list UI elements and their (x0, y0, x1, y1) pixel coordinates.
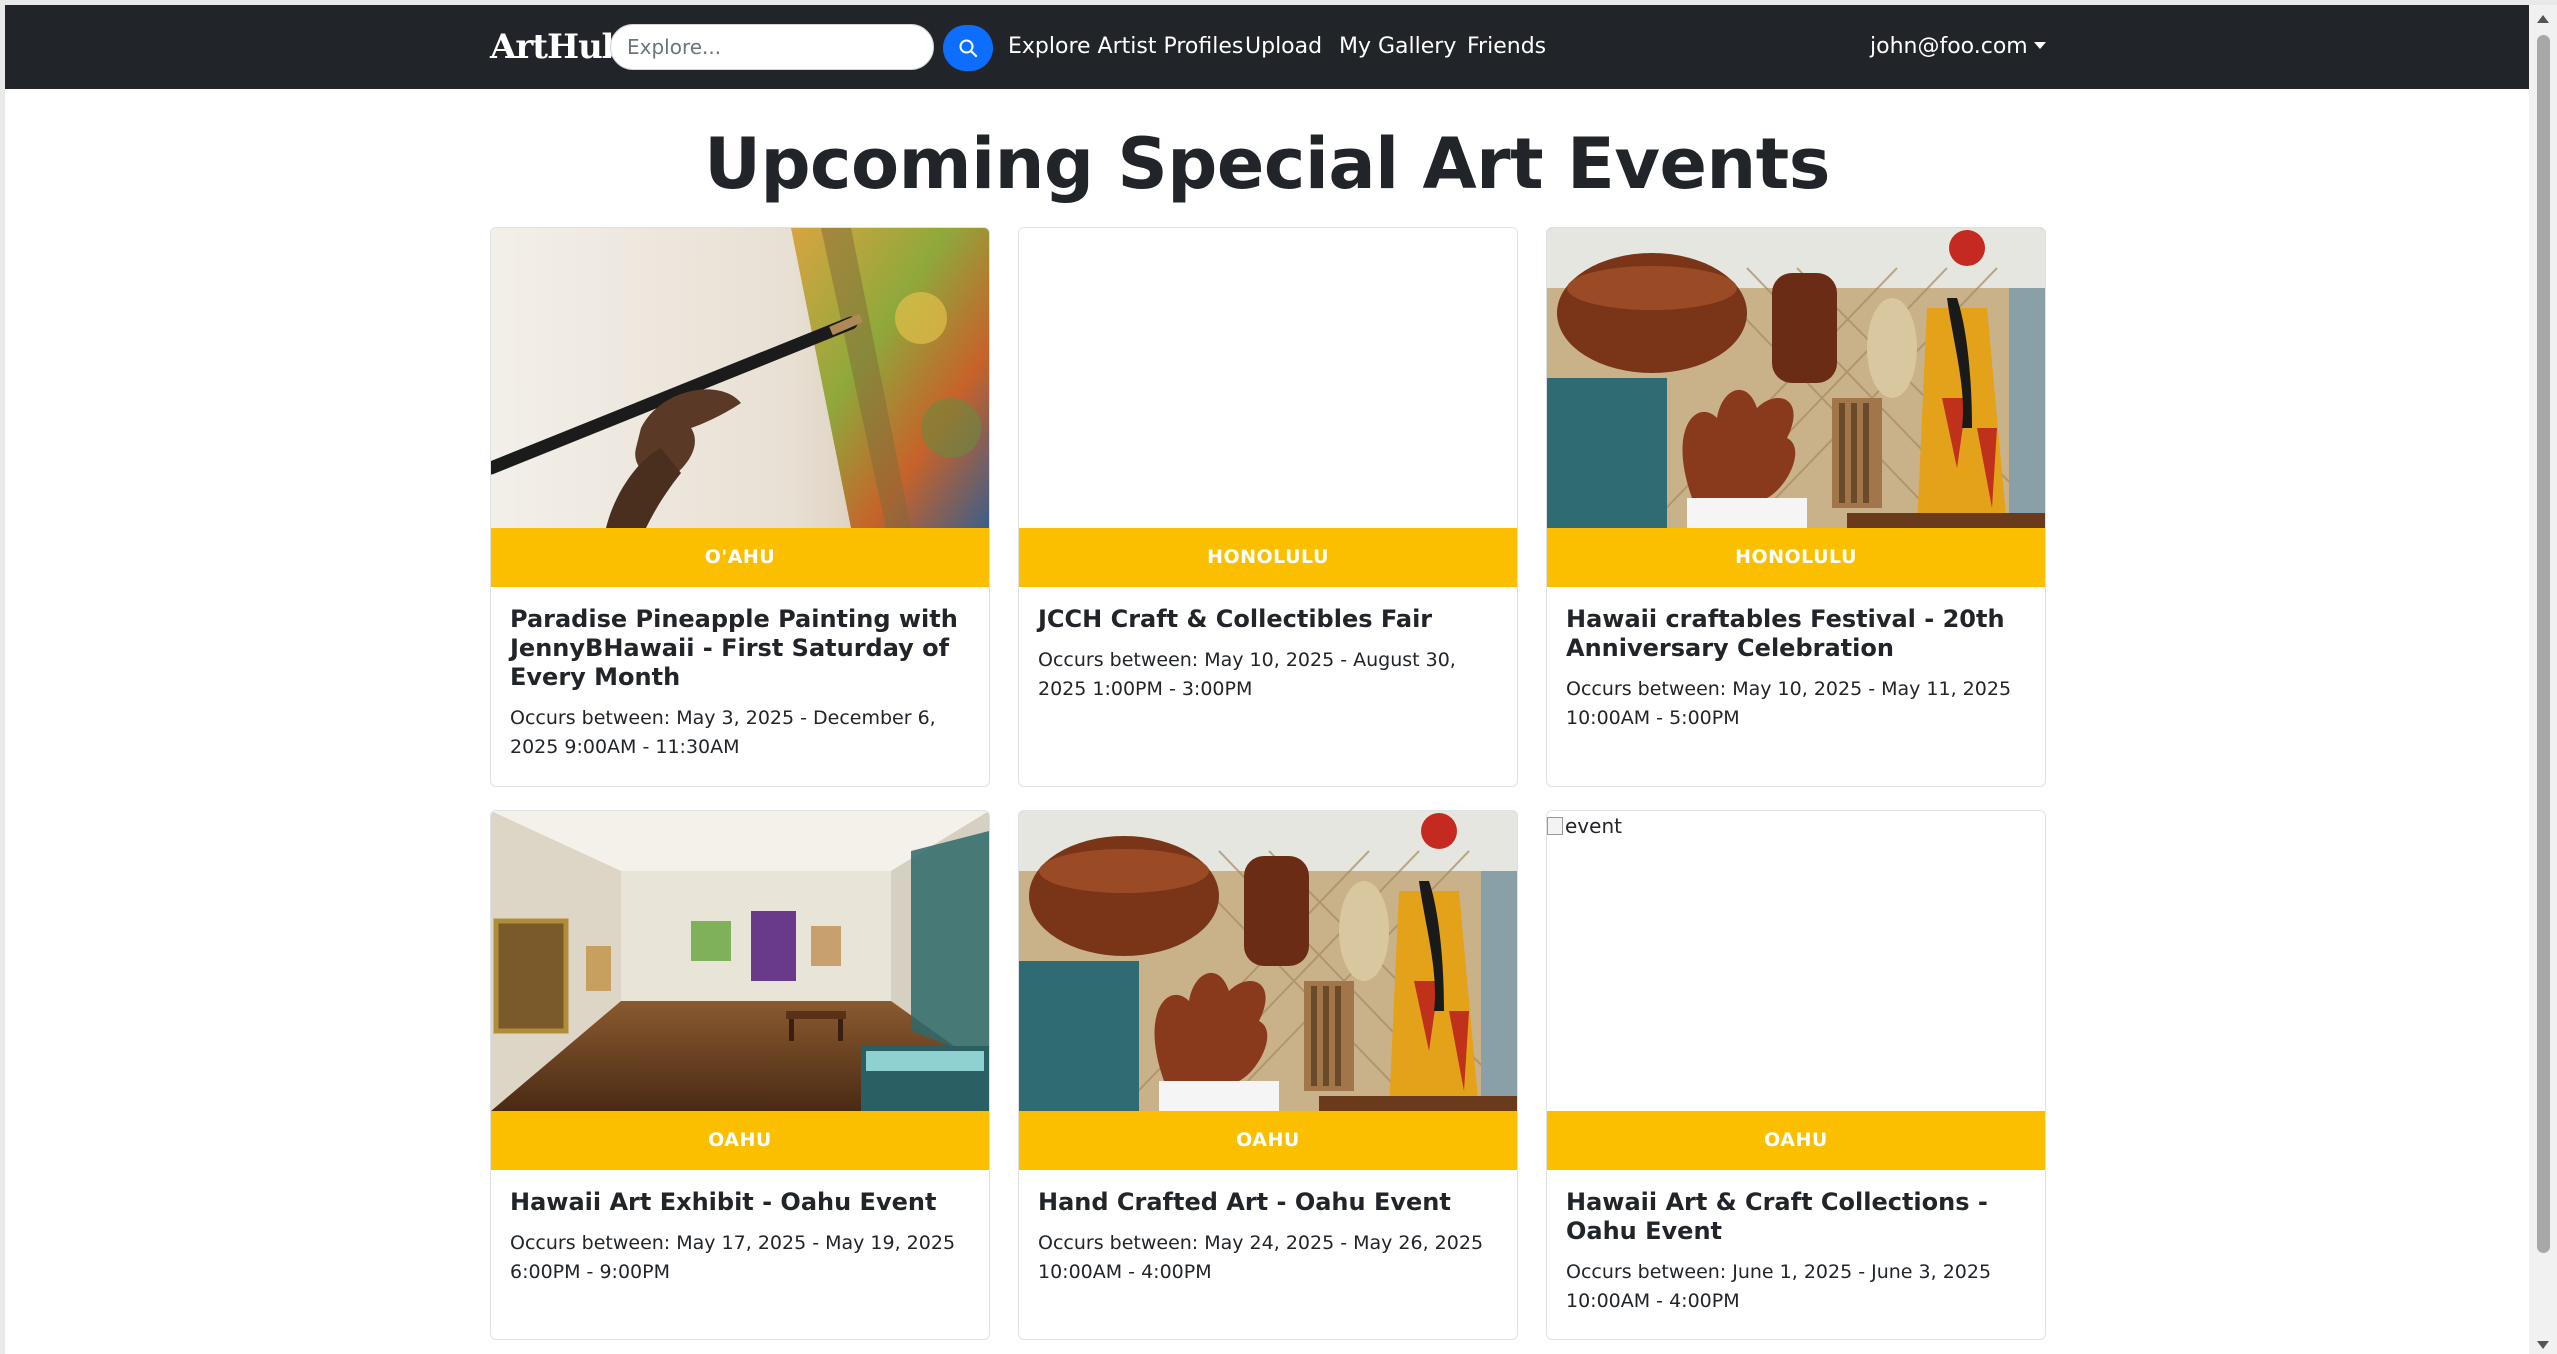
event-card[interactable]: event OAHU Hawaii Art & Craft Collection… (1546, 810, 2046, 1340)
event-title[interactable]: Hawaii craftables Festival - 20th Annive… (1566, 605, 2028, 663)
event-image: event (1547, 811, 2045, 1111)
brand-logo[interactable]: ArtHub (490, 25, 626, 69)
event-dates: Occurs between: May 10, 2025 - August 30… (1038, 649, 1456, 700)
event-dates: Occurs between: May 10, 2025 - May 11, 2… (1566, 678, 2012, 729)
event-card-body: JCCH Craft & Collectibles Fair Occurs be… (1038, 605, 1500, 704)
scroll-down-arrow-icon[interactable] (2537, 1341, 2549, 1349)
event-card-body: Hawaii craftables Festival - 20th Annive… (1566, 605, 2028, 733)
event-card-body: Hand Crafted Art - Oahu Event Occurs bet… (1038, 1188, 1500, 1287)
top-navbar: ArtHub Explore Artist Profiles Upload My… (5, 5, 2529, 89)
user-menu-dropdown[interactable]: john@foo.com (1870, 27, 2046, 67)
event-title[interactable]: Hawaii Art & Craft Collections - Oahu Ev… (1566, 1188, 2028, 1246)
event-card[interactable]: OAHU Hawaii Art Exhibit - Oahu Event Occ… (490, 810, 990, 1340)
event-title[interactable]: Hawaii Art Exhibit - Oahu Event (510, 1188, 972, 1217)
nav-friends[interactable]: Friends (1467, 27, 1546, 67)
event-location-badge: HONOLULU (1547, 528, 2045, 587)
vertical-scrollbar[interactable] (2529, 5, 2557, 1354)
broken-image-alt: event (1547, 811, 1622, 841)
event-card[interactable]: OAHU Hand Crafted Art - Oahu Event Occur… (1018, 810, 1518, 1340)
event-title[interactable]: Hand Crafted Art - Oahu Event (1038, 1188, 1500, 1217)
image-alt-text: event (1565, 814, 1622, 838)
search-input[interactable] (610, 24, 934, 70)
nav-explore-artist-profiles[interactable]: Explore Artist Profiles (1008, 27, 1243, 67)
event-title[interactable]: JCCH Craft & Collectibles Fair (1038, 605, 1500, 634)
event-image (1019, 228, 1517, 528)
caret-down-icon (2033, 42, 2046, 49)
scroll-up-arrow-icon[interactable] (2537, 15, 2549, 23)
search-icon (959, 39, 978, 58)
event-location-badge: OAHU (1547, 1111, 2045, 1170)
page-viewport: ArtHub Explore Artist Profiles Upload My… (5, 5, 2529, 1354)
event-image (1019, 811, 1517, 1111)
event-dates: Occurs between: June 1, 2025 - June 3, 2… (1566, 1261, 1992, 1312)
event-card-body: Hawaii Art Exhibit - Oahu Event Occurs b… (510, 1188, 972, 1287)
event-location-badge: OAHU (1019, 1111, 1517, 1170)
event-dates: Occurs between: May 3, 2025 - December 6… (510, 707, 936, 758)
nav-upload[interactable]: Upload (1245, 27, 1322, 67)
event-location-badge: OAHU (491, 1111, 989, 1170)
event-dates: Occurs between: May 24, 2025 - May 26, 2… (1038, 1232, 1484, 1283)
event-card-body: Paradise Pineapple Painting with JennyBH… (510, 605, 972, 762)
nav-my-gallery[interactable]: My Gallery (1339, 27, 1456, 67)
event-dates: Occurs between: May 17, 2025 - May 19, 2… (510, 1232, 956, 1283)
event-location-badge: HONOLULU (1019, 528, 1517, 587)
event-card[interactable]: HONOLULU Hawaii craftables Festival - 20… (1546, 227, 2046, 787)
event-card[interactable]: O'AHU Paradise Pineapple Painting with J… (490, 227, 990, 787)
event-image (491, 228, 989, 528)
user-email: john@foo.com (1870, 34, 2028, 59)
page-title: Upcoming Special Art Events (704, 123, 1830, 205)
event-image (1547, 228, 2045, 528)
event-card[interactable]: HONOLULU JCCH Craft & Collectibles Fair … (1018, 227, 1518, 787)
event-title[interactable]: Paradise Pineapple Painting with JennyBH… (510, 605, 972, 692)
event-image (491, 811, 989, 1111)
broken-image-icon (1547, 817, 1563, 835)
scroll-thumb[interactable] (2537, 35, 2550, 1253)
search-button[interactable] (943, 25, 993, 71)
event-card-body: Hawaii Art & Craft Collections - Oahu Ev… (1566, 1188, 2028, 1316)
event-location-badge: O'AHU (491, 528, 989, 587)
